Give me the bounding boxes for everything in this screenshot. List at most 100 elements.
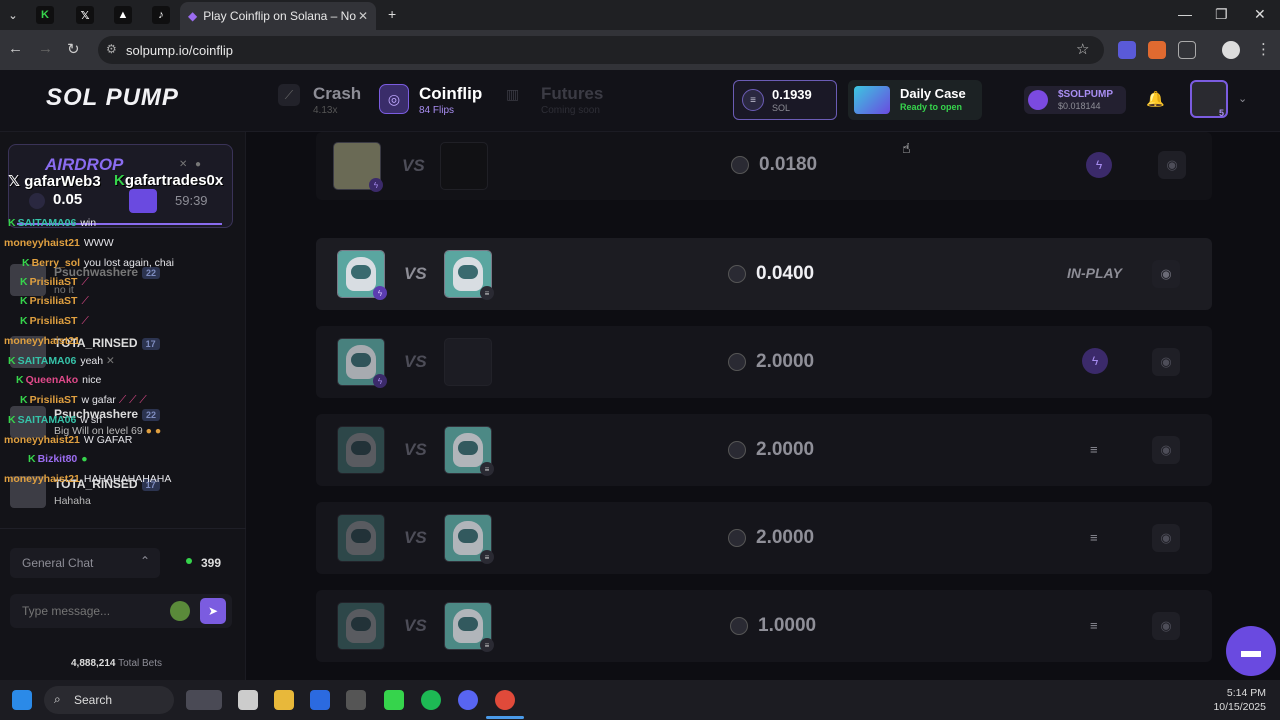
system-clock[interactable]: 5:14 PM 10/15/2025	[1200, 686, 1266, 714]
extension-icon[interactable]	[1118, 41, 1136, 59]
maximize-icon[interactable]: ❐	[1215, 6, 1228, 23]
site-info-icon[interactable]: ⚙	[106, 42, 117, 56]
tiktok-tab-icon[interactable]: ♪	[152, 6, 170, 24]
coinflip-game-row[interactable]: VS ≡ 1.0000 ≡ ◉	[316, 590, 1212, 662]
emoji-picker-icon[interactable]	[170, 601, 190, 621]
chat-message: K SAITAMA06 win	[8, 217, 97, 229]
chat-message-input[interactable]	[10, 594, 160, 628]
close-tab-icon[interactable]: ✕	[358, 9, 368, 23]
solpump-favicon-icon: ◆	[188, 9, 198, 23]
support-chat-bubble-icon[interactable]: ▬	[1226, 626, 1276, 676]
coinflip-game-row[interactable]: VS ≡ 2.0000 ≡ ◉	[316, 414, 1212, 486]
chat-message: K PrisiliaST w gafar ⟋ ⟋ ⟋	[20, 394, 147, 406]
game-status: IN-PLAY	[1067, 265, 1122, 281]
solana-icon	[728, 441, 746, 459]
bookmark-star-icon[interactable]: ☆	[1076, 40, 1089, 58]
chat-room-select[interactable]: General Chat ⌃	[10, 548, 160, 578]
solpump-logo[interactable]: SOL PUMP	[46, 84, 179, 112]
crash-chart-icon: ⟋	[278, 84, 300, 106]
metamask-extension-icon[interactable]	[1148, 41, 1166, 59]
notification-bell-icon[interactable]: 🔔	[1146, 90, 1165, 108]
task-view-icon[interactable]	[238, 690, 258, 710]
kick-tab-icon[interactable]: K	[36, 6, 54, 24]
user-level: 5	[1218, 108, 1224, 118]
back-icon[interactable]: ←	[8, 40, 23, 57]
airdrop-info-icon[interactable]: ●	[195, 159, 201, 170]
watch-eye-icon[interactable]: ◉	[1158, 151, 1186, 179]
windows-start-icon[interactable]	[12, 690, 32, 710]
reload-icon[interactable]: ↻	[67, 40, 80, 58]
user-menu-chevron-icon[interactable]: ⌄	[1238, 92, 1247, 105]
daily-case-button[interactable]: Daily Case Ready to open	[848, 80, 982, 120]
extensions-puzzle-icon[interactable]	[1178, 41, 1196, 59]
widgets-icon[interactable]	[186, 690, 222, 710]
discord-icon[interactable]	[458, 690, 478, 710]
url-text: solpump.io/coinflip	[126, 42, 233, 58]
close-window-icon[interactable]: ✕	[1254, 6, 1266, 23]
airdrop-gift-icon	[129, 189, 157, 213]
url-bar[interactable]: solpump.io/coinflip	[98, 36, 1104, 64]
silver-side-badge-icon: ≡	[480, 550, 494, 564]
watch-eye-icon[interactable]: ◉	[1152, 612, 1180, 640]
app-tab-icon[interactable]: ▲	[114, 6, 132, 24]
purple-side-badge-icon: ϟ	[373, 286, 387, 300]
snipping-tool-icon[interactable]	[346, 690, 366, 710]
chat-message: K PrisiliaST ⟋	[20, 315, 89, 327]
coinflip-game-row[interactable]: ϟ VS ≡ 0.0400 IN-PLAY ◉	[316, 238, 1212, 310]
coinflip-game-row[interactable]: VS ≡ 2.0000 ≡ ◉	[316, 502, 1212, 574]
watch-eye-icon[interactable]: ◉	[1152, 260, 1180, 288]
profile-icon[interactable]	[1222, 41, 1240, 59]
new-tab-icon[interactable]: +	[388, 6, 396, 22]
watch-eye-icon[interactable]: ◉	[1152, 436, 1180, 464]
coinflip-game-row[interactable]: ϟ VS 0.0180 ϟ ◉	[316, 132, 1212, 200]
daily-case-title: Daily Case	[900, 86, 966, 101]
wallet-balance[interactable]: ≡ 0.1939 SOL	[733, 80, 837, 120]
minimize-icon[interactable]: —	[1178, 6, 1192, 22]
solpump-token-icon	[1028, 90, 1048, 110]
silver-side-badge-icon: ≡	[480, 462, 494, 476]
file-explorer-icon[interactable]	[274, 690, 294, 710]
solana-icon	[728, 265, 746, 283]
search-icon: ⌕	[54, 692, 61, 706]
solpump-token-price[interactable]: $SOLPUMP $0.018144	[1024, 86, 1126, 114]
forward-icon[interactable]: →	[38, 40, 53, 57]
watch-eye-icon[interactable]: ◉	[1152, 524, 1180, 552]
nav-futures-label: Futures	[541, 84, 604, 103]
purple-side-badge-icon: ϟ	[369, 178, 383, 192]
bet-amount: 1.0000	[758, 615, 817, 636]
chat-room-label: General Chat	[22, 556, 94, 570]
chat-input-wrap: ➤	[10, 594, 232, 628]
user-avatar[interactable]: 5	[1190, 80, 1228, 118]
kick-app-icon[interactable]	[384, 690, 404, 710]
active-app-indicator	[486, 716, 524, 719]
futures-chart-icon: ▥	[506, 86, 520, 102]
active-tab-title: Play Coinflip on Solana – No KY	[203, 9, 358, 23]
airdrop-sol-icon	[29, 193, 45, 209]
taskbar-search[interactable]: ⌕ Search	[44, 686, 174, 714]
watch-eye-icon[interactable]: ◉	[1152, 348, 1180, 376]
silver-side-badge-icon: ≡	[480, 638, 494, 652]
chat-message: K QueenAko nice	[16, 374, 102, 386]
chat-message: moneyyhaist21	[4, 335, 80, 347]
stream-overlay-handle-left: 𝕏 gafarWeb3	[8, 173, 101, 190]
microsoft-store-icon[interactable]	[310, 690, 330, 710]
coinflip-game-row[interactable]: ϟ VS 2.0000 ϟ ◉	[316, 326, 1212, 398]
vs-label: VS	[404, 264, 427, 283]
online-dot-icon	[186, 558, 192, 564]
taskbar-search-label: Search	[74, 693, 113, 707]
airdrop-close-icon[interactable]: ✕	[179, 159, 187, 170]
bet-amount: 0.0180	[759, 154, 818, 175]
bet-amount: 2.0000	[756, 439, 815, 460]
solana-icon	[731, 156, 749, 174]
x-tab-icon[interactable]: 𝕏	[76, 6, 94, 24]
browser-menu-icon[interactable]: ⋮	[1256, 40, 1271, 58]
bet-amount: 2.0000	[756, 351, 815, 372]
chrome-icon[interactable]	[495, 690, 515, 710]
send-message-button[interactable]: ➤	[200, 598, 226, 624]
active-tab[interactable]: ◆ Play Coinflip on Solana – No KY ✕	[180, 2, 376, 30]
tab-list-icon[interactable]: ⌄	[4, 6, 22, 24]
browser-tab-bar: ⌄ K 𝕏 ▲ ♪ ◆ Play Coinflip on Solana – No…	[0, 0, 1280, 30]
spotify-icon[interactable]	[421, 690, 441, 710]
bet-amount: 0.0400	[756, 263, 815, 284]
solana-icon	[730, 617, 748, 635]
